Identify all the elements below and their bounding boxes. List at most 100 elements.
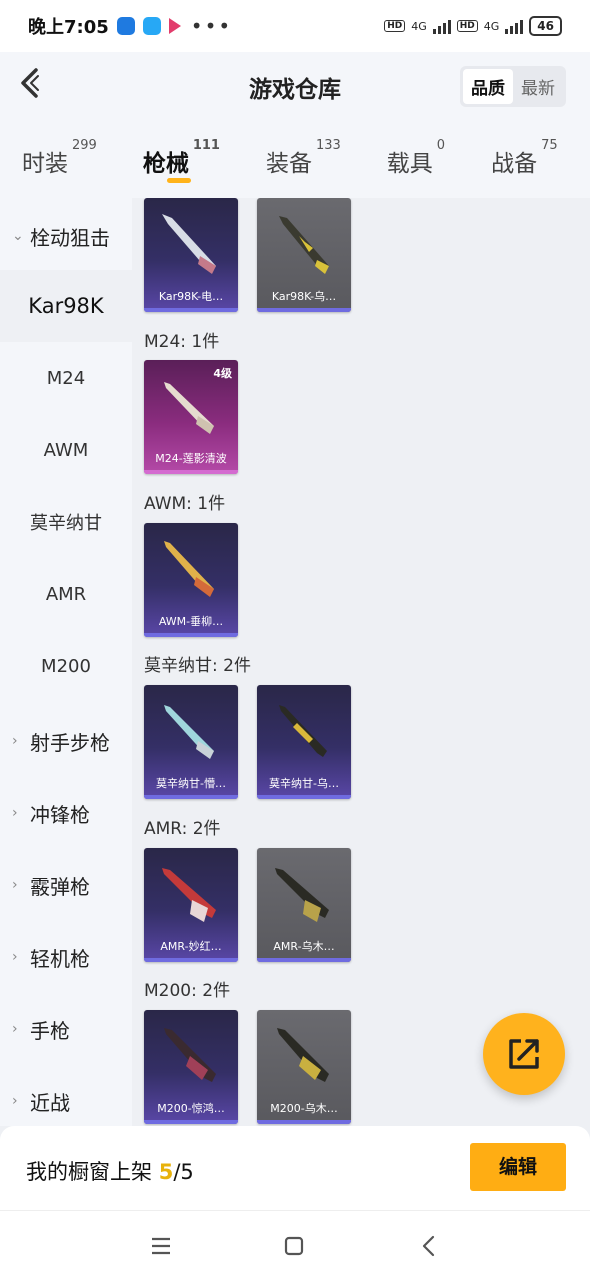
weapon-grid: Kar98K-电… Kar98K-乌… M24: 1件 4级 M24-莲影清波 …: [132, 198, 590, 1126]
weapon-card[interactable]: AMR-乌木…: [257, 848, 351, 962]
status-bar: 晚上7:05 ••• HD 4G HD 4G 46: [0, 0, 590, 52]
chevron-right-icon: ›: [12, 1093, 18, 1109]
sidebar-category-bolt-action[interactable]: ⌄ 栓动狙击: [0, 200, 132, 272]
sort-toggle: 品质 最新: [460, 66, 566, 107]
battery-icon: 46: [529, 16, 562, 36]
showcase-label: 我的橱窗上架: [26, 1160, 159, 1184]
chevron-down-icon: ⌄: [12, 228, 24, 244]
group-title: M24: 1件: [144, 332, 220, 352]
rarity-bar: [257, 795, 351, 799]
weapon-card[interactable]: AWM-垂柳…: [144, 523, 238, 637]
sidebar-item-awm[interactable]: AWM: [0, 414, 132, 486]
status-time: 晚上7:05: [28, 17, 109, 38]
weapon-card-label: Kar98K-乌…: [271, 290, 337, 303]
weapon-card-label: M200-乌木…: [270, 1102, 338, 1115]
rifle-icon: [164, 1028, 216, 1082]
weapon-card[interactable]: 4级 M24-莲影清波: [144, 360, 238, 474]
tab-label: 战备: [491, 151, 538, 177]
weapon-card[interactable]: M200-乌木…: [257, 1010, 351, 1124]
sidebar-item-label: 栓动狙击: [30, 225, 110, 250]
network-label: 4G: [483, 19, 500, 33]
group-title: AWM: 1件: [144, 494, 226, 514]
showcase-count: 5: [158, 1160, 174, 1184]
rarity-bar: [144, 633, 238, 637]
level-badge: 4级: [213, 367, 232, 380]
category-tabs: 时装 299 枪械111 装备133 载具0 战备75: [0, 116, 590, 198]
rarity-bar: [257, 308, 351, 312]
sidebar-category-smg[interactable]: › 冲锋枪: [0, 777, 132, 849]
showcase-total: 5: [180, 1160, 194, 1184]
tab-count: 0: [436, 138, 446, 153]
signal-icon: [505, 18, 524, 34]
tab-label: 装备: [265, 151, 312, 177]
chevron-right-icon: ›: [12, 949, 18, 965]
rifle-icon: [277, 1028, 329, 1082]
app-notification-icon: [142, 17, 161, 35]
tab-guns[interactable]: 枪械111: [143, 116, 220, 198]
sidebar-category-pistol[interactable]: › 手枪: [0, 993, 132, 1065]
header: 游戏仓库 品质 最新: [0, 52, 590, 116]
sidebar-category-shotgun[interactable]: › 霰弹枪: [0, 849, 132, 921]
weapon-card-label: AWM-垂柳…: [158, 615, 224, 628]
weapon-card-label: AMR-妙红…: [160, 940, 222, 953]
back-icon[interactable]: [416, 1233, 442, 1259]
rifle-icon: [279, 216, 329, 274]
rarity-bar: [144, 795, 238, 799]
sidebar-item-label: 冲锋枪: [30, 802, 90, 827]
chevron-right-icon: ›: [12, 805, 18, 821]
weapon-card[interactable]: 莫辛纳甘-懵…: [144, 685, 238, 799]
sidebar-category-lmg[interactable]: › 轻机枪: [0, 921, 132, 993]
rarity-bar: [257, 958, 351, 962]
rifle-icon: [162, 214, 216, 274]
rifle-icon: [164, 541, 214, 597]
weapon-type-sidebar: ⌄ 栓动狙击 Kar98K M24 AWM 莫辛纳甘 AMR M200 › 射手步枪…: [0, 198, 132, 1126]
tab-count: 133: [315, 138, 341, 153]
tab-outfits[interactable]: 时装 299: [22, 116, 97, 198]
showcase-footer: 我的橱窗上架 5/5 编辑: [0, 1126, 590, 1210]
signal-icon: [432, 18, 451, 34]
sidebar-item-m24[interactable]: M24: [0, 342, 132, 414]
sort-by-quality[interactable]: 品质: [463, 69, 513, 104]
app-notification-icon: [116, 17, 135, 35]
tab-count: 299: [72, 138, 97, 153]
weapon-card[interactable]: Kar98K-电…: [144, 198, 238, 312]
status-app-icons: [116, 17, 181, 35]
weapon-card[interactable]: 莫辛纳甘-乌…: [257, 685, 351, 799]
group-title: M200: 2件: [144, 981, 231, 1001]
rarity-bar: [144, 470, 238, 474]
home-icon[interactable]: [281, 1233, 307, 1259]
sidebar-item-label: 手枪: [30, 1018, 70, 1043]
system-nav-bar: [0, 1210, 590, 1280]
sidebar-item-kar98k[interactable]: Kar98K: [0, 270, 132, 342]
sidebar-item-amr[interactable]: AMR: [0, 558, 132, 630]
sort-by-newest[interactable]: 最新: [513, 69, 563, 104]
tab-vehicles[interactable]: 载具0: [387, 116, 445, 198]
rarity-bar: [257, 1120, 351, 1124]
rarity-bar: [144, 1120, 238, 1124]
rarity-bar: [144, 958, 238, 962]
weapon-card[interactable]: AMR-妙红…: [144, 848, 238, 962]
external-link-icon: [509, 1039, 539, 1069]
tab-supplies[interactable]: 战备75: [491, 116, 558, 198]
play-store-icon: [168, 18, 181, 34]
tab-label: 时装: [22, 151, 68, 177]
tab-count: 111: [192, 138, 220, 153]
menu-icon[interactable]: [148, 1233, 174, 1259]
weapon-card[interactable]: M200-惊鸿…: [144, 1010, 238, 1124]
weapon-card-label: M24-莲影清波: [155, 452, 227, 465]
weapon-card-label: AMR-乌木…: [273, 940, 335, 953]
sidebar-item-label: 霰弹枪: [30, 874, 90, 899]
edit-button[interactable]: 编辑: [470, 1143, 566, 1191]
more-notifications-icon: •••: [190, 14, 233, 38]
tab-label: 枪械: [142, 151, 189, 177]
share-button[interactable]: [483, 1013, 565, 1095]
showcase-status: 我的橱窗上架 5/5: [26, 1156, 194, 1186]
sidebar-item-mosin[interactable]: 莫辛纳甘: [0, 486, 132, 558]
sidebar-item-m200[interactable]: M200: [0, 630, 132, 702]
sidebar-category-dmr[interactable]: › 射手步枪: [0, 705, 132, 777]
tab-equipment[interactable]: 装备133: [266, 116, 341, 198]
weapon-card[interactable]: Kar98K-乌…: [257, 198, 351, 312]
rifle-icon: [164, 705, 214, 759]
group-title: 莫辛纳甘: 2件: [144, 656, 251, 676]
weapon-card-label: 莫辛纳甘-懵…: [156, 777, 226, 790]
